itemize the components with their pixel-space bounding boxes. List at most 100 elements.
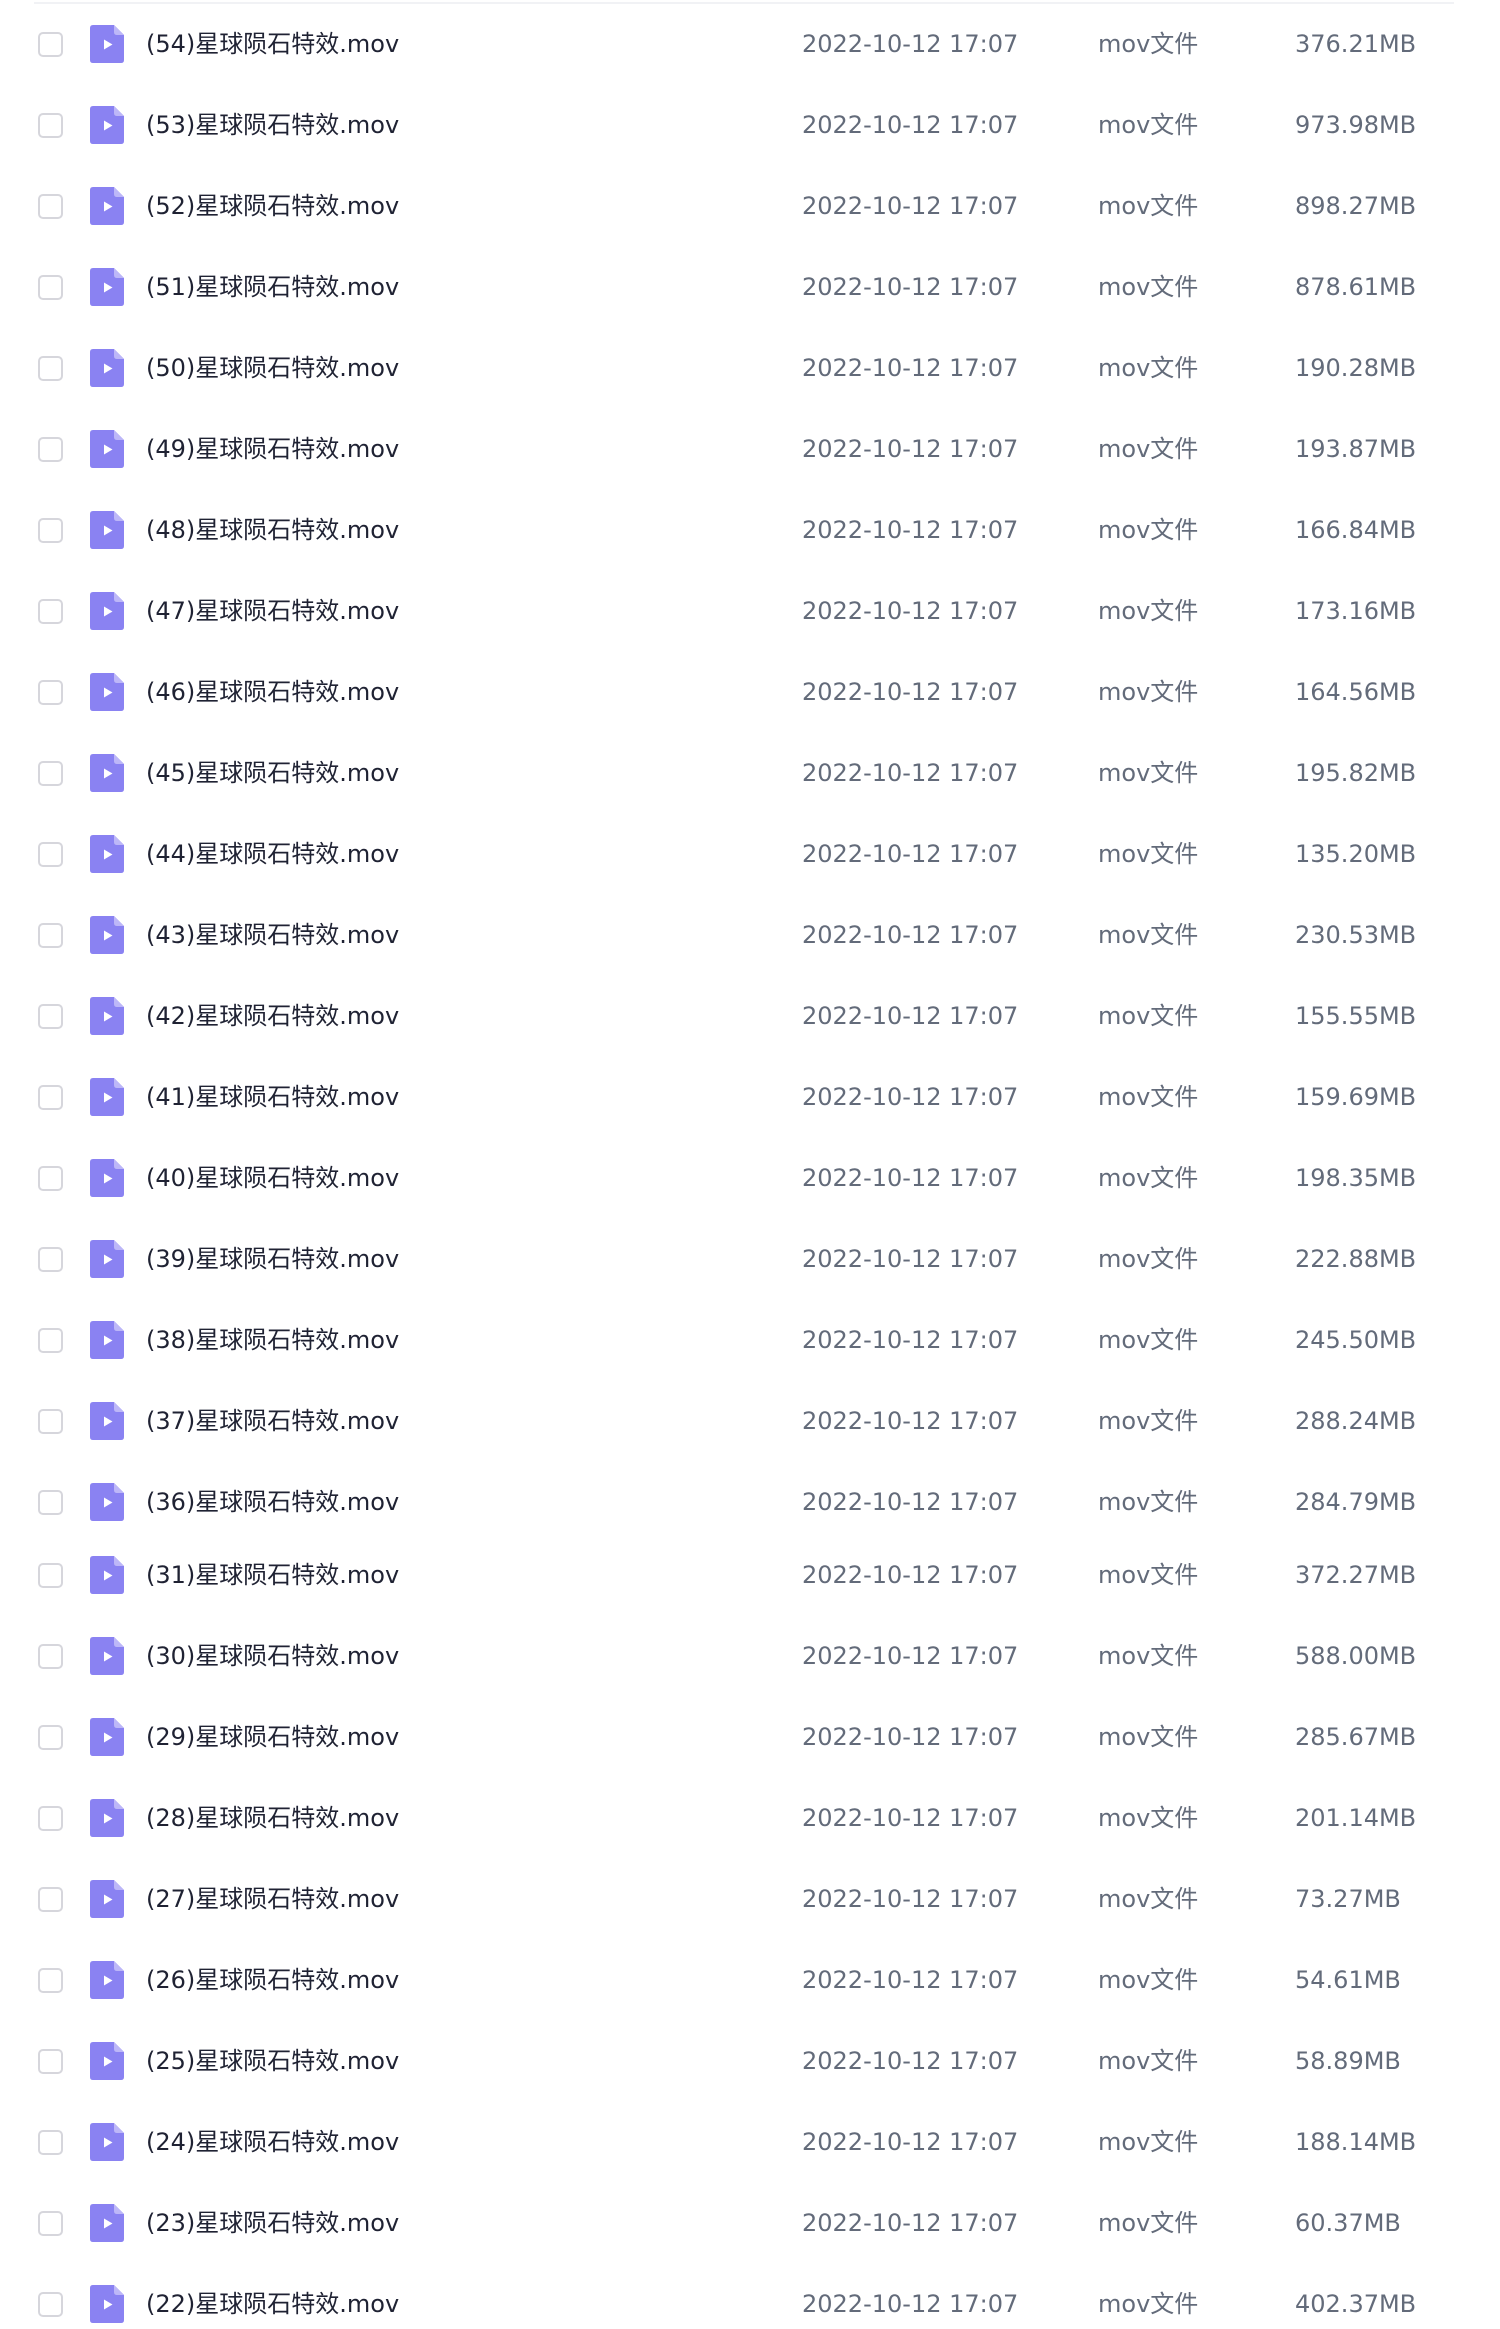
file-name[interactable]: (38)星球陨石特效.mov [146, 1328, 399, 1352]
file-modified-date: 2022-10-12 17:07 [802, 1326, 1019, 1354]
file-name[interactable]: (23)星球陨石特效.mov [146, 2211, 399, 2235]
row-checkbox[interactable] [38, 598, 63, 624]
row-checkbox[interactable] [38, 2129, 63, 2155]
file-row-11[interactable]: (43)星球陨石特效.mov 2022-10-12 17:07 mov文件 23… [0, 910, 1500, 960]
file-name[interactable]: (36)星球陨石特效.mov [146, 1490, 399, 1514]
file-row-1[interactable]: (53)星球陨石特效.mov 2022-10-12 17:07 mov文件 97… [0, 100, 1500, 150]
file-name[interactable]: (46)星球陨石特效.mov [146, 680, 399, 704]
file-name[interactable]: (54)星球陨石特效.mov [146, 32, 399, 56]
row-checkbox[interactable] [38, 1489, 63, 1515]
row-checkbox[interactable] [38, 31, 63, 57]
file-row-19[interactable]: (31)星球陨石特效.mov 2022-10-12 17:07 mov文件 37… [0, 1550, 1500, 1600]
row-checkbox[interactable] [38, 1562, 63, 1588]
file-name[interactable]: (22)星球陨石特效.mov [146, 2292, 399, 2316]
video-file-icon [90, 25, 124, 63]
file-row-21[interactable]: (29)星球陨石特效.mov 2022-10-12 17:07 mov文件 28… [0, 1712, 1500, 1762]
row-checkbox[interactable] [38, 1886, 63, 1912]
file-name[interactable]: (42)星球陨石特效.mov [146, 1004, 399, 1028]
row-checkbox[interactable] [38, 1084, 63, 1110]
file-row-26[interactable]: (24)星球陨石特效.mov 2022-10-12 17:07 mov文件 18… [0, 2117, 1500, 2167]
file-type: mov文件 [1098, 1804, 1199, 1832]
row-checkbox[interactable] [38, 1724, 63, 1750]
row-checkbox[interactable] [38, 1327, 63, 1353]
file-modified-date: 2022-10-12 17:07 [802, 435, 1019, 463]
row-checkbox[interactable] [38, 436, 63, 462]
file-row-9[interactable]: (45)星球陨石特效.mov 2022-10-12 17:07 mov文件 19… [0, 748, 1500, 798]
file-name[interactable]: (41)星球陨石特效.mov [146, 1085, 399, 1109]
file-row-25[interactable]: (25)星球陨石特效.mov 2022-10-12 17:07 mov文件 58… [0, 2036, 1500, 2086]
file-row-7[interactable]: (47)星球陨石特效.mov 2022-10-12 17:07 mov文件 17… [0, 586, 1500, 636]
file-name[interactable]: (25)星球陨石特效.mov [146, 2049, 399, 2073]
file-row-4[interactable]: (50)星球陨石特效.mov 2022-10-12 17:07 mov文件 19… [0, 343, 1500, 393]
file-name[interactable]: (44)星球陨石特效.mov [146, 842, 399, 866]
row-checkbox[interactable] [38, 679, 63, 705]
file-name[interactable]: (52)星球陨石特效.mov [146, 194, 399, 218]
row-checkbox[interactable] [38, 193, 63, 219]
row-checkbox[interactable] [38, 1643, 63, 1669]
row-checkbox[interactable] [38, 2210, 63, 2236]
file-name[interactable]: (49)星球陨石特效.mov [146, 437, 399, 461]
row-checkbox[interactable] [38, 112, 63, 138]
file-row-8[interactable]: (46)星球陨石特效.mov 2022-10-12 17:07 mov文件 16… [0, 667, 1500, 717]
file-name[interactable]: (29)星球陨石特效.mov [146, 1725, 399, 1749]
file-name[interactable]: (30)星球陨石特效.mov [146, 1644, 399, 1668]
file-name[interactable]: (43)星球陨石特效.mov [146, 923, 399, 947]
video-file-icon [90, 1240, 124, 1278]
file-type: mov文件 [1098, 30, 1199, 58]
file-row-12[interactable]: (42)星球陨石特效.mov 2022-10-12 17:07 mov文件 15… [0, 991, 1500, 1041]
file-name[interactable]: (26)星球陨石特效.mov [146, 1968, 399, 1992]
file-name[interactable]: (40)星球陨石特效.mov [146, 1166, 399, 1190]
row-checkbox[interactable] [38, 517, 63, 543]
row-checkbox[interactable] [38, 1408, 63, 1434]
row-checkbox[interactable] [38, 274, 63, 300]
file-name[interactable]: (27)星球陨石特效.mov [146, 1887, 399, 1911]
file-name[interactable]: (53)星球陨石特效.mov [146, 113, 399, 137]
file-type: mov文件 [1098, 2290, 1199, 2318]
file-modified-date: 2022-10-12 17:07 [802, 1642, 1019, 1670]
file-row-23[interactable]: (27)星球陨石特效.mov 2022-10-12 17:07 mov文件 73… [0, 1874, 1500, 1924]
file-name[interactable]: (50)星球陨石特效.mov [146, 356, 399, 380]
file-row-24[interactable]: (26)星球陨石特效.mov 2022-10-12 17:07 mov文件 54… [0, 1955, 1500, 2005]
file-row-14[interactable]: (40)星球陨石特效.mov 2022-10-12 17:07 mov文件 19… [0, 1153, 1500, 1203]
file-row-5[interactable]: (49)星球陨石特效.mov 2022-10-12 17:07 mov文件 19… [0, 424, 1500, 474]
file-row-13[interactable]: (41)星球陨石特效.mov 2022-10-12 17:07 mov文件 15… [0, 1072, 1500, 1122]
file-name[interactable]: (31)星球陨石特效.mov [146, 1563, 399, 1587]
file-type: mov文件 [1098, 1245, 1199, 1273]
file-row-6[interactable]: (48)星球陨石特效.mov 2022-10-12 17:07 mov文件 16… [0, 505, 1500, 555]
row-checkbox[interactable] [38, 922, 63, 948]
file-name[interactable]: (39)星球陨石特效.mov [146, 1247, 399, 1271]
row-checkbox[interactable] [38, 841, 63, 867]
row-checkbox[interactable] [38, 1805, 63, 1831]
file-name[interactable]: (47)星球陨石特效.mov [146, 599, 399, 623]
video-file-icon [90, 1637, 124, 1675]
file-name[interactable]: (28)星球陨石特效.mov [146, 1806, 399, 1830]
file-name[interactable]: (37)星球陨石特效.mov [146, 1409, 399, 1433]
file-name[interactable]: (51)星球陨石特效.mov [146, 275, 399, 299]
file-row-10[interactable]: (44)星球陨石特效.mov 2022-10-12 17:07 mov文件 13… [0, 829, 1500, 879]
file-type: mov文件 [1098, 1723, 1199, 1751]
row-checkbox[interactable] [38, 2291, 63, 2317]
file-name[interactable]: (45)星球陨石特效.mov [146, 761, 399, 785]
file-row-18[interactable]: (36)星球陨石特效.mov 2022-10-12 17:07 mov文件 28… [0, 1477, 1500, 1527]
file-row-20[interactable]: (30)星球陨石特效.mov 2022-10-12 17:07 mov文件 58… [0, 1631, 1500, 1681]
row-checkbox[interactable] [38, 1967, 63, 1993]
row-checkbox[interactable] [38, 2048, 63, 2074]
row-checkbox[interactable] [38, 1003, 63, 1029]
file-row-2[interactable]: (52)星球陨石特效.mov 2022-10-12 17:07 mov文件 89… [0, 181, 1500, 231]
file-row-3[interactable]: (51)星球陨石特效.mov 2022-10-12 17:07 mov文件 87… [0, 262, 1500, 312]
row-checkbox[interactable] [38, 1246, 63, 1272]
file-row-17[interactable]: (37)星球陨石特效.mov 2022-10-12 17:07 mov文件 28… [0, 1396, 1500, 1446]
file-name[interactable]: (24)星球陨石特效.mov [146, 2130, 399, 2154]
file-name[interactable]: (48)星球陨石特效.mov [146, 518, 399, 542]
file-row-0[interactable]: (54)星球陨石特效.mov 2022-10-12 17:07 mov文件 37… [0, 19, 1500, 69]
file-row-27[interactable]: (23)星球陨石特效.mov 2022-10-12 17:07 mov文件 60… [0, 2198, 1500, 2248]
file-type: mov文件 [1098, 2047, 1199, 2075]
file-size: 878.61MB [1295, 273, 1417, 301]
file-row-15[interactable]: (39)星球陨石特效.mov 2022-10-12 17:07 mov文件 22… [0, 1234, 1500, 1284]
video-file-icon [90, 1402, 124, 1440]
file-row-22[interactable]: (28)星球陨石特效.mov 2022-10-12 17:07 mov文件 20… [0, 1793, 1500, 1843]
file-row-16[interactable]: (38)星球陨石特效.mov 2022-10-12 17:07 mov文件 24… [0, 1315, 1500, 1365]
row-checkbox[interactable] [38, 1165, 63, 1191]
row-checkbox[interactable] [38, 760, 63, 786]
row-checkbox[interactable] [38, 355, 63, 381]
